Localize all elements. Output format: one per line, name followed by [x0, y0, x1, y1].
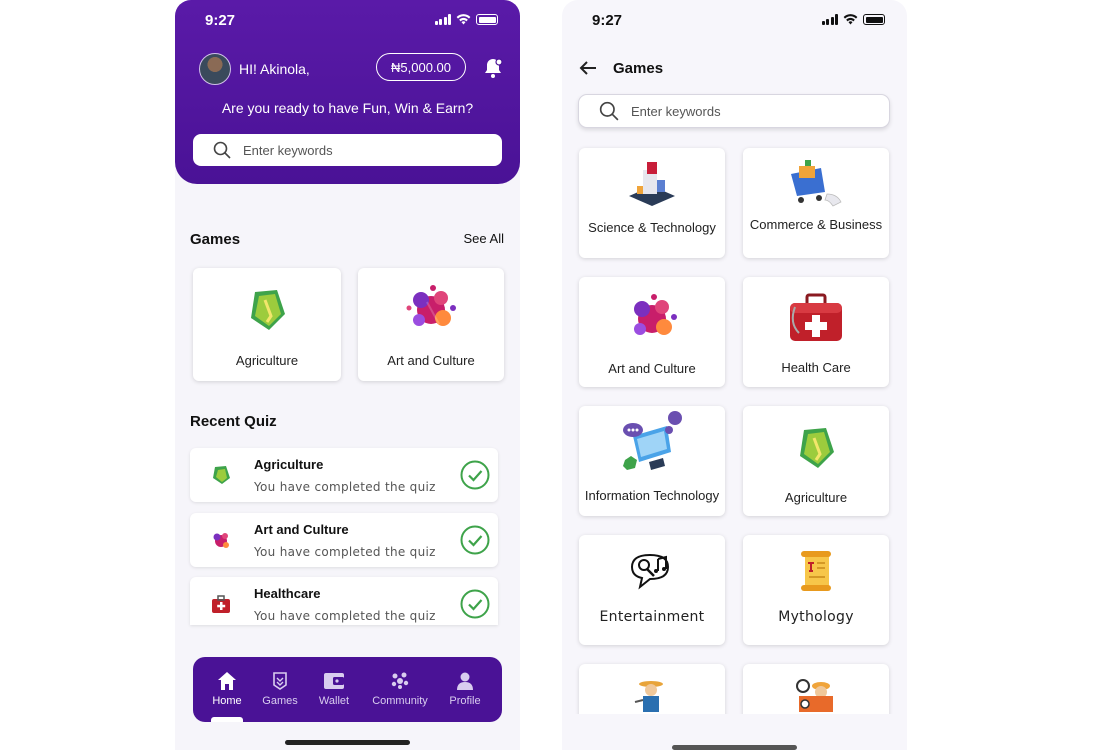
scroll-icon	[801, 551, 831, 591]
games-screen: 9:27 Games Enter keywords Science & Tech…	[562, 0, 907, 750]
game-card-art-culture[interactable]: Art and Culture	[358, 268, 504, 381]
farmer-icon	[634, 681, 663, 712]
art-splash-icon	[634, 294, 677, 335]
wifi-icon	[456, 14, 471, 25]
nav-label: Community	[372, 695, 428, 707]
art-splash-icon	[406, 285, 456, 326]
nav-games[interactable]: Games	[252, 671, 308, 707]
home-icon	[218, 672, 236, 690]
game-card-health-care[interactable]: Health Care	[743, 277, 889, 387]
nav-home[interactable]: Home	[199, 671, 255, 707]
community-icon	[391, 672, 409, 689]
nav-wallet[interactable]: Wallet	[306, 671, 362, 707]
status-bar: 9:27	[592, 12, 885, 30]
status-time: 9:27	[205, 12, 236, 29]
game-card-agriculture[interactable]: Agriculture	[743, 406, 889, 516]
signal-icon	[434, 14, 451, 25]
home-screen: 9:27 HI! Akinola, ₦5,000.00 Are you read…	[175, 0, 520, 750]
quiz-title: Healthcare	[254, 586, 321, 601]
game-card-label: Art and Culture	[387, 353, 475, 368]
game-card-label: Mythology	[778, 609, 854, 625]
search-placeholder: Enter keywords	[631, 103, 721, 119]
medical-kit-icon	[212, 595, 230, 613]
wifi-icon	[843, 14, 858, 25]
home-header: 9:27 HI! Akinola, ₦5,000.00 Are you read…	[175, 0, 520, 184]
search-placeholder: Enter keywords	[243, 142, 333, 158]
lab-icon	[629, 162, 675, 206]
home-indicator	[285, 740, 410, 745]
game-card-label: Entertainment	[599, 609, 705, 625]
wallet-icon	[324, 673, 344, 689]
leaf-icon	[213, 466, 230, 484]
quiz-status: You have completed the quiz	[254, 480, 436, 494]
nav-label: Games	[262, 695, 298, 707]
search-input[interactable]: Enter keywords	[578, 94, 890, 128]
game-card-art-culture[interactable]: Art and Culture	[579, 277, 725, 387]
games-icon	[273, 672, 287, 690]
microphone-music-icon	[630, 553, 670, 590]
check-circle-icon	[460, 589, 490, 619]
game-card-label: Health Care	[781, 360, 851, 375]
medical-kit-icon	[790, 293, 842, 341]
shopping-cart-icon	[791, 160, 842, 207]
nav-label: Wallet	[318, 695, 350, 707]
home-indicator	[672, 745, 797, 750]
see-all-link[interactable]: See All	[464, 231, 504, 246]
check-circle-icon	[460, 525, 490, 555]
greeting-text: HI! Akinola,	[239, 61, 310, 77]
avatar[interactable]	[199, 53, 231, 85]
search-icon	[599, 101, 619, 121]
leaf-icon	[800, 428, 834, 468]
game-card-label: Commerce & Business	[749, 217, 883, 232]
nav-profile[interactable]: Profile	[437, 671, 493, 707]
game-card-label: Agriculture	[784, 490, 848, 505]
active-tab-indicator	[211, 717, 243, 722]
games-section-title: Games	[190, 231, 241, 248]
game-card-commerce-business[interactable]: Commerce & Business	[743, 148, 889, 258]
balance-button[interactable]: ₦5,000.00	[376, 53, 466, 81]
tagline: Are you ready to have Fun, Win & Earn?	[221, 100, 474, 116]
game-card-label: Information Technology	[584, 488, 720, 503]
recent-quiz-item[interactable]: Healthcare You have completed the quiz	[190, 577, 498, 625]
profile-icon	[457, 672, 473, 690]
nav-label: Home	[212, 695, 242, 707]
game-card-label: Science & Technology	[588, 220, 716, 235]
game-card-mythology[interactable]: Mythology	[743, 535, 889, 645]
search-input[interactable]: Enter keywords	[193, 134, 502, 166]
game-card-information-technology[interactable]: Information Technology	[579, 406, 725, 516]
engineer-icon	[796, 679, 833, 712]
recent-quiz-item[interactable]: Art and Culture You have completed the q…	[190, 513, 498, 567]
quiz-status: You have completed the quiz	[254, 545, 436, 559]
game-card-label: Agriculture	[235, 353, 299, 368]
status-bar: 9:27	[205, 12, 498, 30]
quiz-title: Agriculture	[254, 457, 324, 472]
leaf-icon	[251, 290, 285, 330]
recent-quiz-item[interactable]: Agriculture You have completed the quiz	[190, 448, 498, 502]
battery-icon	[863, 14, 885, 25]
quiz-title: Art and Culture	[254, 522, 349, 537]
nav-label: Profile	[449, 695, 481, 707]
signal-icon	[821, 14, 838, 25]
game-card-agriculture[interactable]: Agriculture	[193, 268, 341, 381]
game-card-science-technology[interactable]: Science & Technology	[579, 148, 725, 258]
game-card-label: Art and Culture	[608, 361, 696, 376]
check-circle-icon	[460, 460, 490, 490]
page-title: Games	[613, 60, 664, 77]
search-icon	[213, 141, 231, 159]
bottom-nav: Home Games Wallet Community Profile	[193, 657, 502, 722]
notification-bell-icon[interactable]	[483, 57, 503, 79]
battery-icon	[476, 14, 498, 25]
art-splash-icon	[213, 533, 229, 548]
status-time: 9:27	[592, 12, 623, 29]
quiz-status: You have completed the quiz	[254, 609, 436, 623]
back-arrow-icon[interactable]	[578, 58, 598, 78]
game-card-entertainment[interactable]: Entertainment	[579, 535, 725, 645]
computer-icon	[623, 411, 682, 470]
recent-quiz-title: Recent Quiz	[190, 413, 277, 430]
nav-community[interactable]: Community	[369, 671, 431, 707]
